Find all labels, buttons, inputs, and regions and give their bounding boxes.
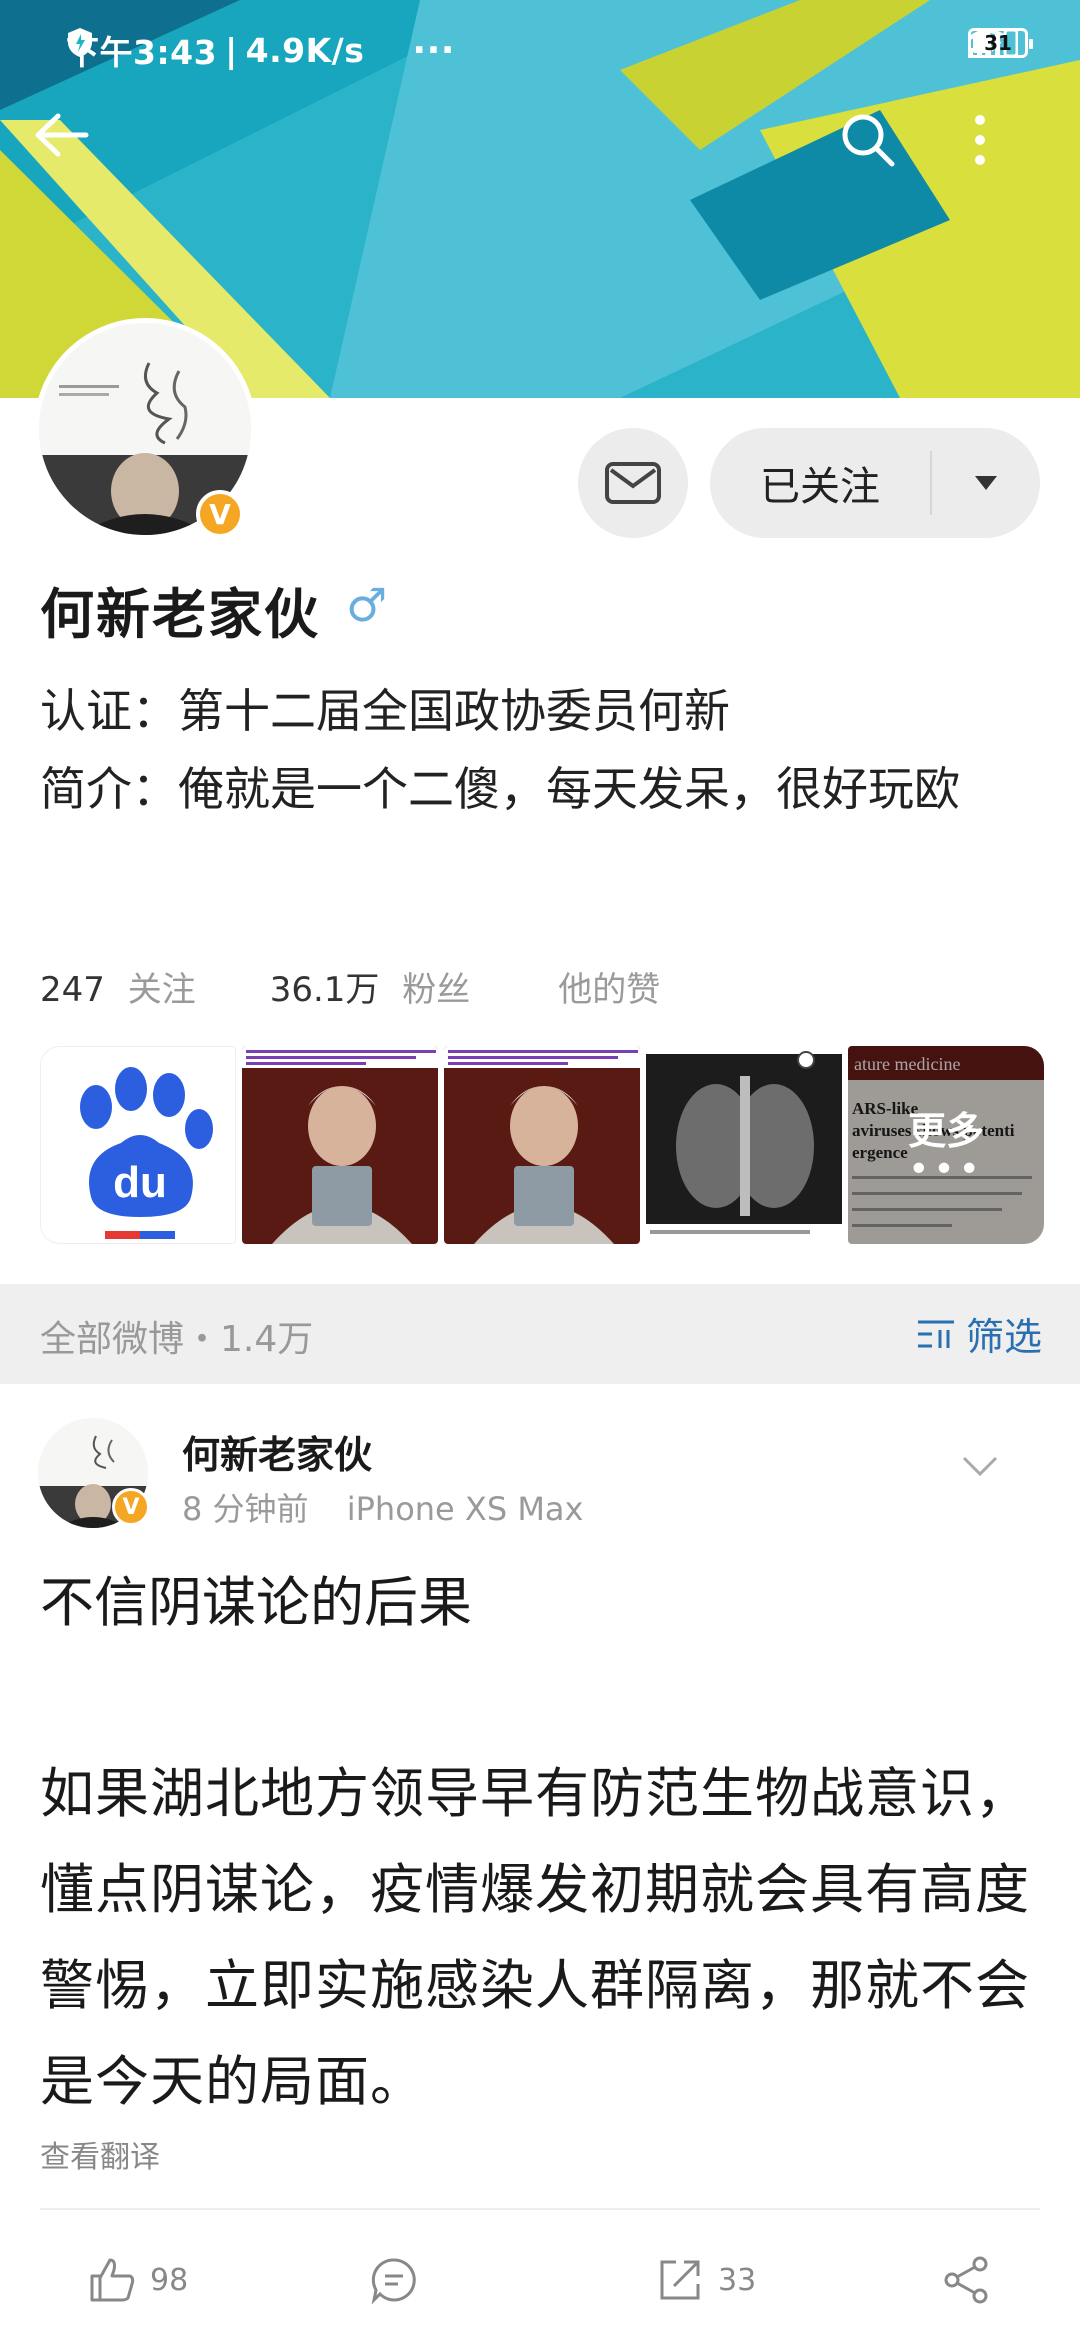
comment-icon bbox=[371, 2258, 416, 2304]
follow-button[interactable]: 已关注 bbox=[710, 428, 1040, 538]
scientist-photo bbox=[444, 1046, 641, 1244]
like-count: 98 bbox=[150, 2262, 189, 2298]
network-speed: 4.9K/s bbox=[245, 30, 365, 70]
more-dots: ••• bbox=[908, 1149, 984, 1190]
more-options-button[interactable] bbox=[970, 110, 1060, 200]
share-icon bbox=[944, 2256, 988, 2304]
translate-link[interactable]: 查看翻译 bbox=[40, 2132, 160, 2176]
likes-label: 他的赞 bbox=[558, 970, 661, 1010]
photo-thumbnail[interactable]: du bbox=[40, 1046, 237, 1244]
battery-icon: 31 bbox=[968, 28, 1033, 58]
comment-button[interactable] bbox=[370, 2240, 418, 2320]
post-actions: 98 33 bbox=[0, 2240, 1080, 2320]
posts-filter-bar: 全部微博・1.4万 筛选 bbox=[0, 1284, 1080, 1384]
thumbs-up-icon bbox=[90, 2258, 135, 2302]
repost-icon bbox=[660, 2260, 700, 2300]
followers-stat[interactable]: 36.1万 粉丝 bbox=[270, 962, 471, 1011]
following-label: 关注 bbox=[127, 970, 196, 1010]
photo-thumbnail[interactable] bbox=[444, 1046, 641, 1244]
follow-dropdown-button[interactable] bbox=[932, 474, 1040, 492]
followers-label: 粉丝 bbox=[402, 970, 471, 1010]
verified-badge: V bbox=[112, 1488, 150, 1526]
certification-text: 认证：第十二届全国政协委员何新 bbox=[40, 684, 730, 738]
post-device: iPhone XS Max bbox=[346, 1490, 584, 1528]
share-button[interactable] bbox=[942, 2240, 990, 2320]
scientist-photo bbox=[242, 1046, 439, 1244]
gender-icon: ♂ bbox=[346, 578, 388, 632]
shield-icon bbox=[68, 28, 92, 57]
following-stat[interactable]: 247 关注 bbox=[40, 962, 196, 1011]
repost-count: 33 bbox=[718, 2262, 757, 2298]
profile-name: 何新老家伙 bbox=[40, 583, 320, 646]
back-button[interactable] bbox=[30, 110, 120, 200]
like-button[interactable]: 98 bbox=[88, 2240, 188, 2320]
back-arrow-icon bbox=[35, 113, 89, 157]
post-meta: 8 分钟前 iPhone XS Max bbox=[182, 1484, 583, 1530]
xray-image bbox=[646, 1046, 843, 1244]
profile-stats: 247 关注 36.1万 粉丝 他的赞 bbox=[40, 962, 660, 1011]
baidu-logo: du bbox=[41, 1047, 236, 1243]
post-body: 如果湖北地方领导早有防范生物战意识，懂点阴谋论，疫情爆发初期就会具有高度警惕，立… bbox=[40, 1762, 1030, 2113]
battery-level: 31 bbox=[984, 31, 1012, 55]
status-bar: 下午3:43 | 4.9K/s ··· 31 bbox=[0, 0, 1080, 96]
message-icon bbox=[605, 462, 661, 504]
likes-stat[interactable]: 他的赞 bbox=[558, 962, 660, 1011]
caret-down-icon bbox=[975, 476, 997, 490]
more-photos-label: 更多 bbox=[908, 1109, 985, 1153]
search-icon bbox=[842, 114, 895, 167]
post-title: 不信阴谋论的后果 bbox=[40, 1571, 472, 1634]
more-vertical-icon bbox=[975, 115, 985, 165]
photo-thumbnail[interactable] bbox=[242, 1046, 439, 1244]
post-divider bbox=[40, 2208, 1040, 2210]
message-button[interactable] bbox=[578, 428, 688, 538]
all-posts-count: 全部微博・1.4万 bbox=[40, 1319, 314, 1360]
filter-label: 筛选 bbox=[965, 1315, 1042, 1359]
repost-button[interactable]: 33 bbox=[656, 2240, 756, 2320]
post-time: 8 分钟前 bbox=[182, 1490, 309, 1528]
photo-thumbnail[interactable] bbox=[646, 1046, 843, 1244]
search-button[interactable] bbox=[838, 110, 928, 200]
following-count: 247 bbox=[40, 970, 105, 1010]
photo-thumbnail[interactable]: ature medicine ARS-like aviruses shows p… bbox=[848, 1046, 1045, 1244]
filter-icon bbox=[917, 1320, 954, 1348]
chevron-down-icon bbox=[962, 1456, 998, 1477]
filter-button[interactable]: 筛选 bbox=[916, 1306, 1042, 1361]
more-dots-icon: ··· bbox=[412, 29, 455, 71]
followers-count: 36.1万 bbox=[269, 970, 380, 1010]
more-photos-overlay[interactable]: 更多 ••• bbox=[848, 1046, 1045, 1244]
photo-strip: du ature medicine ARS-like aviruses show… bbox=[40, 1046, 1045, 1244]
post-author-name[interactable]: 何新老家伙 bbox=[182, 1424, 372, 1479]
post-menu-button[interactable] bbox=[960, 1454, 1000, 1482]
verified-badge: V bbox=[196, 490, 244, 538]
intro-text: 简介：俺就是一个二傻，每天发呆，很好玩欧 bbox=[40, 762, 960, 816]
follow-label: 已关注 bbox=[760, 464, 880, 510]
top-navigation bbox=[0, 110, 1080, 200]
baidu-logo-text: du bbox=[113, 1158, 167, 1207]
